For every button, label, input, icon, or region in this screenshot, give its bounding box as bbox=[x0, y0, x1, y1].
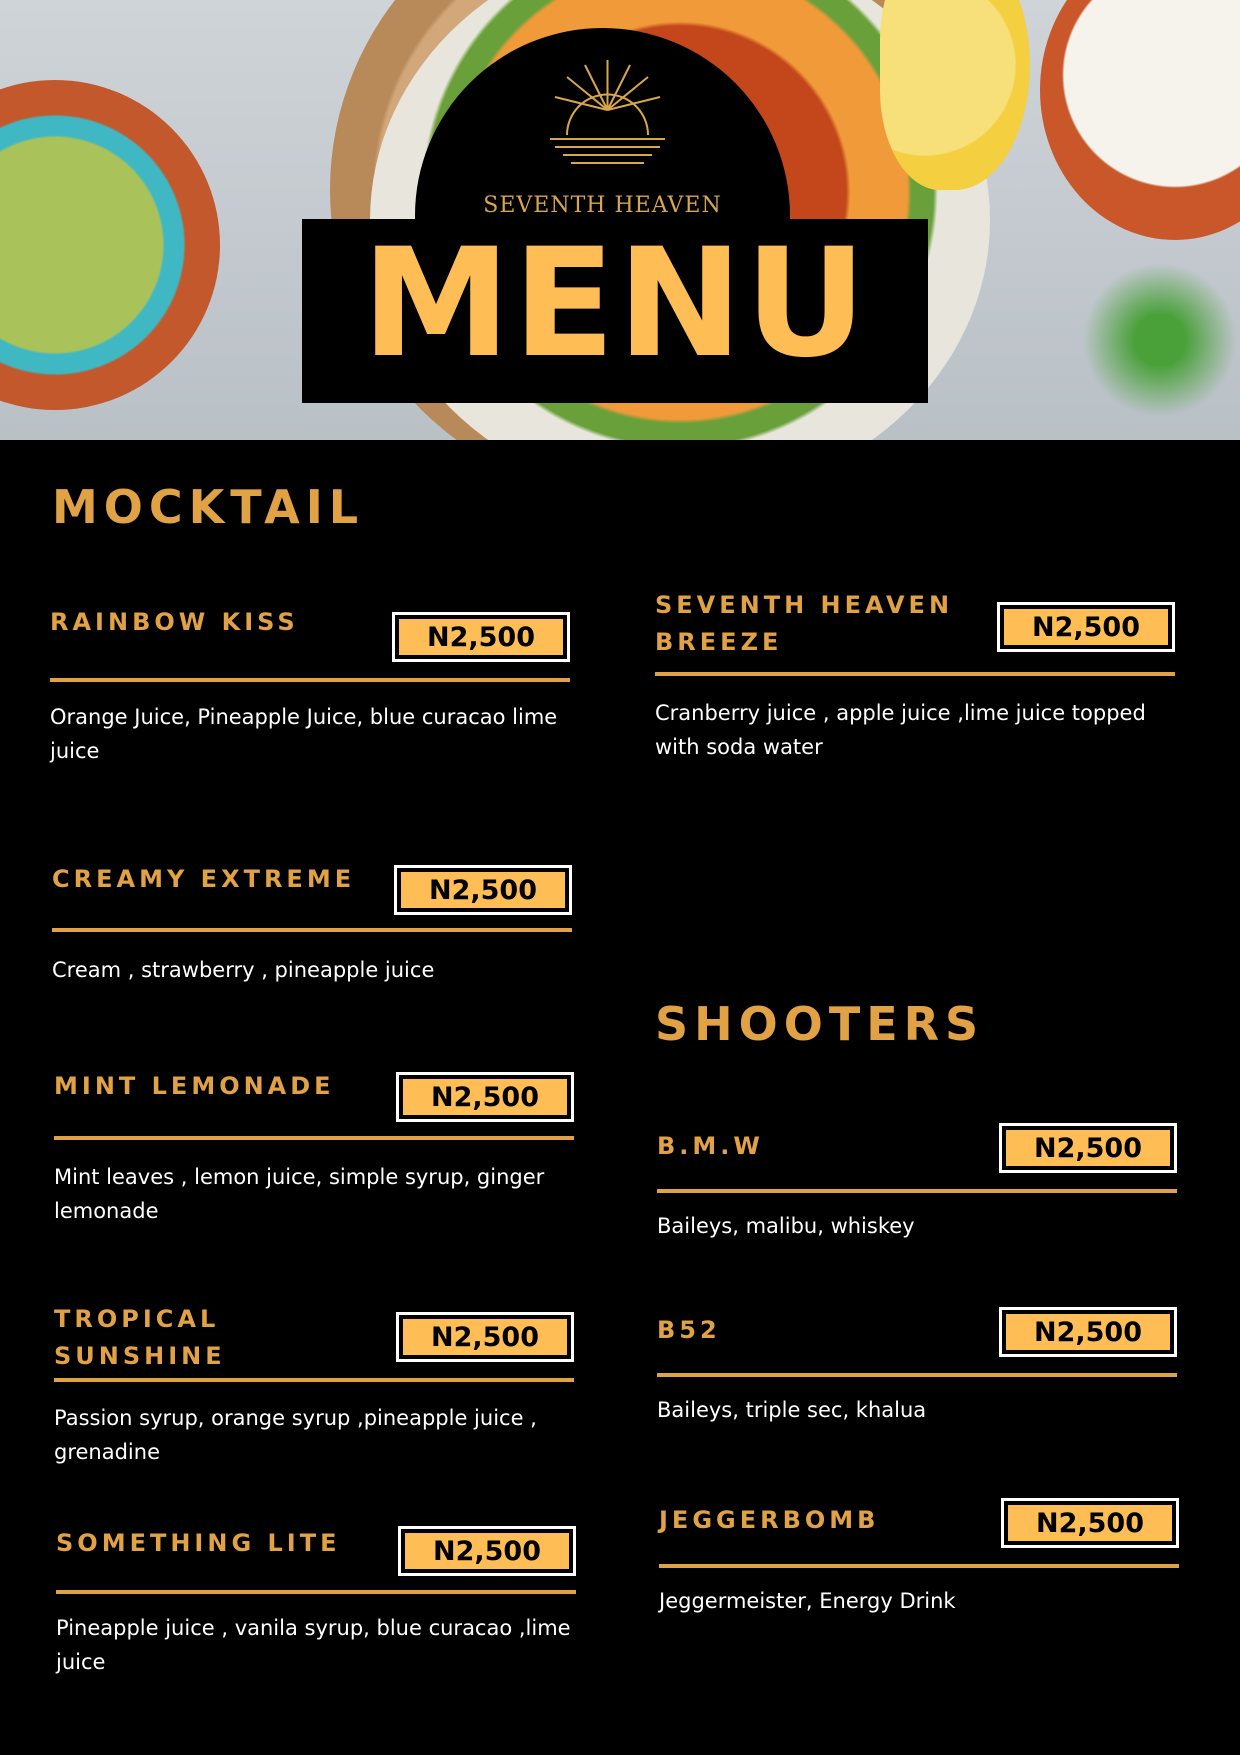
item-divider bbox=[50, 678, 570, 682]
item-divider bbox=[657, 1373, 1177, 1377]
item-name: CREAMY EXTREME bbox=[52, 865, 356, 893]
item-price: N2,500 bbox=[405, 1533, 569, 1569]
price-tag: N2,500 bbox=[394, 865, 572, 915]
price-tag: N2,500 bbox=[392, 612, 570, 662]
item-description: Passion syrup, orange syrup ,pineapple j… bbox=[54, 1406, 537, 1464]
item-description: Baileys, malibu, whiskey bbox=[657, 1214, 915, 1238]
item-description: Pineapple juice , vanila syrup, blue cur… bbox=[56, 1616, 571, 1674]
section-heading-mocktail: MOCKTAIL bbox=[52, 480, 365, 534]
item-name: TROPICAL SUNSHINE bbox=[54, 1305, 226, 1370]
price-tag: N2,500 bbox=[999, 1123, 1177, 1173]
item-divider bbox=[659, 1564, 1179, 1568]
item-price: N2,500 bbox=[403, 1079, 567, 1115]
item-divider bbox=[54, 1136, 574, 1140]
herb-greens bbox=[1060, 260, 1240, 420]
hero-food-photo: SEVENTH HEAVEN MENU bbox=[0, 0, 1240, 440]
item-divider bbox=[54, 1378, 574, 1382]
item-price: N2,500 bbox=[1004, 609, 1168, 645]
item-divider bbox=[56, 1590, 576, 1594]
item-description: Mint leaves , lemon juice, simple syrup,… bbox=[54, 1165, 545, 1223]
price-tag: N2,500 bbox=[997, 602, 1175, 652]
item-name: JEGGERBOMB bbox=[659, 1506, 880, 1534]
item-name: MINT LEMONADE bbox=[54, 1072, 335, 1100]
item-price: N2,500 bbox=[1006, 1314, 1170, 1350]
price-tag: N2,500 bbox=[398, 1526, 576, 1576]
item-divider bbox=[655, 672, 1175, 676]
price-tag: N2,500 bbox=[396, 1312, 574, 1362]
dip-bowl bbox=[1040, 0, 1240, 240]
price-tag: N2,500 bbox=[396, 1072, 574, 1122]
price-tag: N2,500 bbox=[1001, 1498, 1179, 1548]
sunrise-logo-icon bbox=[550, 60, 665, 164]
item-description: Orange Juice, Pineapple Juice, blue cura… bbox=[50, 705, 558, 763]
item-price: N2,500 bbox=[401, 872, 565, 908]
item-divider bbox=[657, 1189, 1177, 1193]
item-name: B52 bbox=[657, 1316, 721, 1344]
item-price: N2,500 bbox=[399, 619, 563, 655]
item-name: B.M.W bbox=[657, 1132, 764, 1160]
item-description: Baileys, triple sec, khalua bbox=[657, 1398, 927, 1422]
item-name: RAINBOW KISS bbox=[50, 608, 299, 636]
item-description: Cranberry juice , apple juice ,lime juic… bbox=[655, 701, 1146, 759]
item-description: Jeggermeister, Energy Drink bbox=[659, 1589, 956, 1613]
item-price: N2,500 bbox=[403, 1319, 567, 1355]
lemon-wedge bbox=[880, 0, 1030, 190]
item-name: SOMETHING LITE bbox=[56, 1529, 341, 1557]
guacamole-bowl bbox=[0, 80, 220, 410]
item-price: N2,500 bbox=[1008, 1505, 1172, 1541]
item-description: Cream , strawberry , pineapple juice bbox=[52, 958, 435, 982]
item-price: N2,500 bbox=[1006, 1130, 1170, 1166]
item-name: SEVENTH HEAVEN BREEZE bbox=[655, 591, 954, 656]
item-divider bbox=[52, 928, 572, 932]
menu-title: MENU bbox=[361, 217, 869, 391]
section-heading-shooters: SHOOTERS bbox=[655, 997, 985, 1051]
price-tag: N2,500 bbox=[999, 1307, 1177, 1357]
